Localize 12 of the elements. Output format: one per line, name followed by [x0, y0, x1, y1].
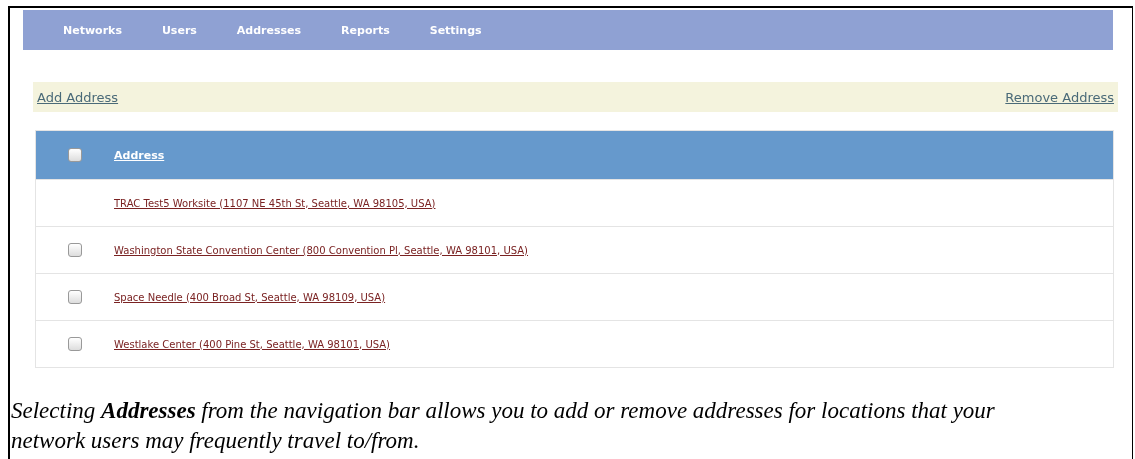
row-checkbox[interactable]	[68, 337, 82, 351]
row-checkbox[interactable]	[68, 243, 82, 257]
address-link[interactable]: Space Needle (400 Broad St, Seattle, WA 98109, USA)	[114, 291, 386, 303]
address-link[interactable]: TRAC Test5 Worksite (1107 NE 45th St, Seattle, WA 98105, USA)	[114, 197, 436, 209]
add-address-link[interactable]: Add Address	[37, 89, 119, 105]
address-link[interactable]: Washington State Convention Center (800 Convention Pl, Seattle, WA 98101, USA)	[114, 244, 528, 256]
caption-text: Selecting Addresses from the navigation bar allows you to add or remove addresses for locations that your network users may frequently travel to/from.	[11, 397, 996, 455]
select-all-checkbox[interactable]	[68, 148, 82, 162]
remove-address-link[interactable]: Remove Address	[1005, 89, 1114, 105]
column-header[interactable]: Address	[114, 148, 165, 162]
row-checkbox[interactable]	[68, 290, 82, 304]
address-link[interactable]: Westlake Center (400 Pine St, Seattle, WA 98101, USA)	[114, 338, 391, 350]
